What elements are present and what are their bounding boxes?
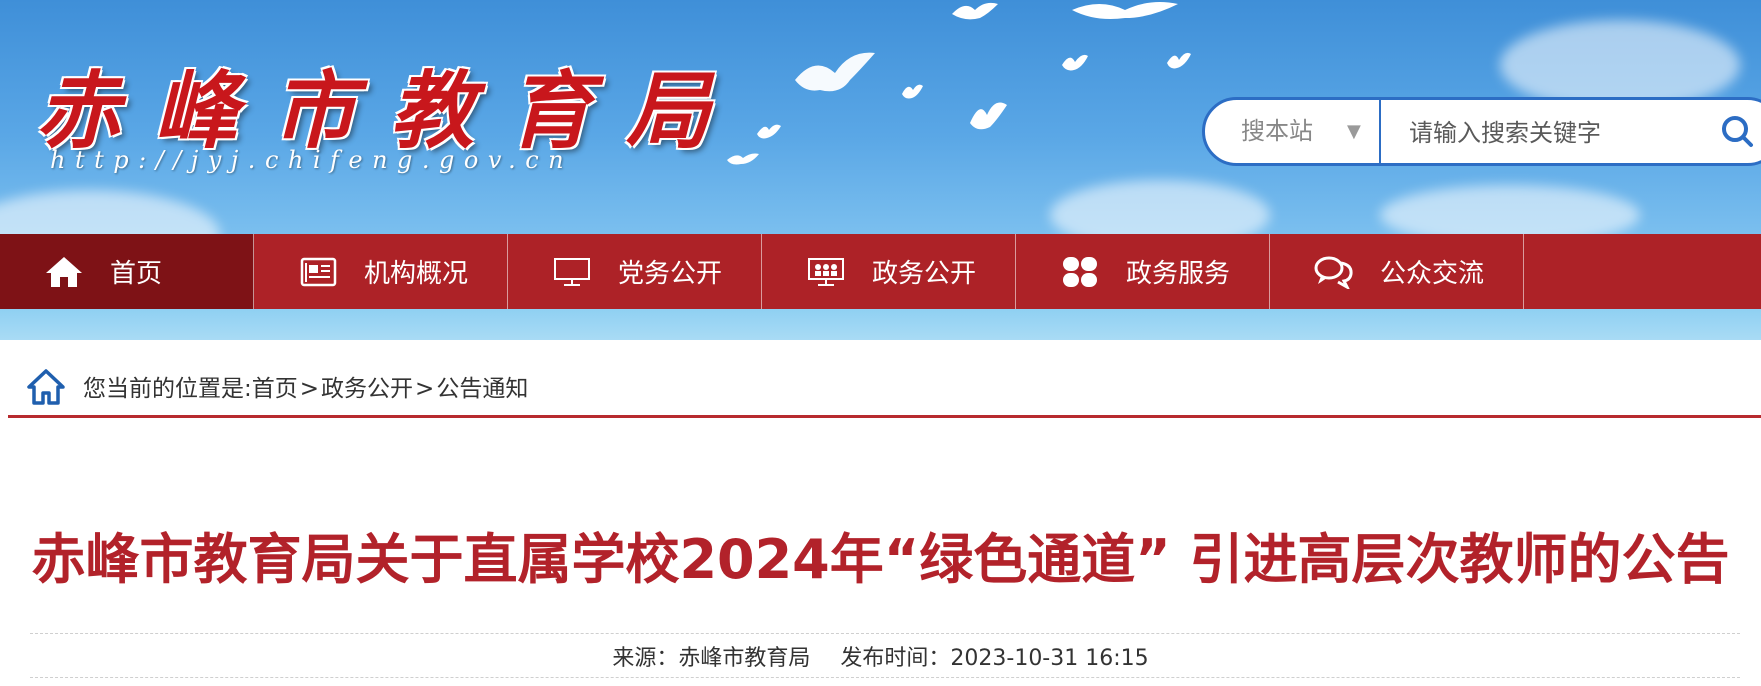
date-label: 发布时间： [840, 646, 951, 671]
nav-item-label: 首页 [110, 259, 163, 289]
dove-icon [757, 124, 781, 139]
date-value: 2023-10-31 16:15 [950, 646, 1149, 671]
article-title: 赤峰市教育局关于直属学校2024年“绿色通道” 引进高层次教师的公告 [31, 528, 1730, 591]
monitor-icon [548, 252, 596, 292]
search-icon[interactable] [1718, 112, 1758, 152]
nav-item-home[interactable]: 首页 [0, 234, 254, 309]
newspaper-icon [294, 252, 342, 292]
home-icon [27, 369, 65, 405]
breadcrumb-link-home[interactable]: 首页 [252, 376, 298, 402]
site-logo-url: http://jyj.chifeng.gov.cn [50, 146, 574, 174]
divider [30, 677, 1740, 678]
nav-item-label: 政务公开 [872, 259, 977, 289]
search-scope-select[interactable]: 搜本站 [1241, 100, 1313, 163]
nav-item-party[interactable]: 党务公开 [508, 234, 762, 309]
nav-item-label: 党务公开 [618, 259, 723, 289]
nav-item-public[interactable]: 公众交流 [1270, 234, 1524, 309]
nav-item-service[interactable]: 政务服务 [1016, 234, 1270, 309]
search-box: 搜本站 ▼ [1202, 97, 1761, 166]
breadcrumb: 您当前的位置是:首页>政务公开>公告通知 [8, 360, 1761, 418]
divider [30, 633, 1740, 634]
nav-item-label: 公众交流 [1380, 259, 1485, 289]
breadcrumb-link-government[interactable]: 政务公开 [321, 376, 413, 402]
main-nav: 首页 机构概况 党务公开 政务公开 政务服务 公众交流 [0, 234, 1761, 309]
banner-bottom-strip [0, 309, 1761, 340]
chat-icon [1310, 252, 1358, 292]
dove-icon [727, 153, 759, 165]
breadcrumb-text: 您当前的位置是:首页>政务公开>公告通知 [83, 360, 528, 418]
dove-icon [1167, 52, 1191, 69]
nav-item-label: 机构概况 [364, 259, 469, 289]
dove-icon [902, 84, 923, 99]
dove-icon [970, 102, 1007, 130]
nav-item-org[interactable]: 机构概况 [254, 234, 508, 309]
source-value: 赤峰市教育局 [678, 646, 811, 671]
breadcrumb-prefix: 您当前的位置是: [83, 376, 252, 402]
presentation-icon [802, 252, 850, 292]
dove-icon [952, 2, 998, 20]
dove-icon [1072, 2, 1178, 19]
home-icon [40, 252, 88, 292]
source-label: 来源： [612, 646, 679, 671]
dove-icon [1062, 54, 1088, 71]
nav-item-government[interactable]: 政务公开 [762, 234, 1016, 309]
breadcrumb-separator: > [299, 376, 320, 402]
article-meta: 来源：赤峰市教育局 发布时间：2023-10-31 16:15 [0, 640, 1761, 672]
grid-icon [1056, 252, 1104, 292]
chevron-down-icon[interactable]: ▼ [1347, 100, 1361, 163]
breadcrumb-link-notice[interactable]: 公告通知 [436, 376, 528, 402]
breadcrumb-separator: > [415, 376, 435, 402]
search-input[interactable] [1407, 108, 1711, 157]
nav-item-label: 政务服务 [1126, 259, 1231, 289]
dove-icon [795, 52, 875, 92]
search-divider [1379, 100, 1381, 163]
